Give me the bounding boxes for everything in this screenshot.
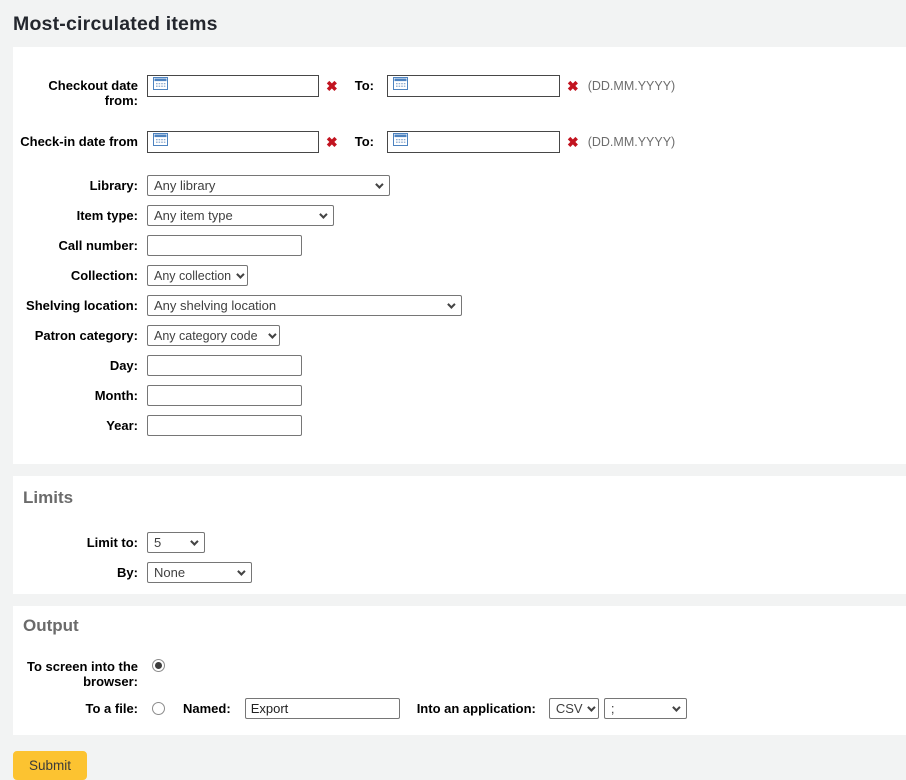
checkin-date-to-input[interactable] — [387, 131, 560, 153]
output-panel: Output To screen into the browser: To a … — [13, 606, 906, 735]
item-type-label: Item type: — [13, 205, 138, 223]
file-format-select-value: CSV — [556, 701, 583, 716]
item-type-row: Item type: Any item type — [13, 205, 906, 226]
limits-panel: Limits Limit to: 5 By: None — [13, 476, 906, 594]
chevron-down-icon — [236, 270, 244, 278]
patron-category-select-value: Any category code — [154, 329, 258, 343]
chevron-down-icon — [319, 210, 327, 218]
library-select[interactable]: Any library — [147, 175, 390, 196]
limit-by-select-value: None — [154, 565, 185, 580]
filters-panel: Checkout date from: ✖ To: ✖ (DD.MM.YYYY)… — [13, 47, 906, 464]
year-input[interactable] — [147, 415, 302, 436]
chevron-down-icon — [268, 330, 276, 338]
checkout-date-format-hint: (DD.MM.YYYY) — [588, 75, 676, 97]
collection-select[interactable]: Any collection — [147, 265, 248, 286]
shelving-location-select-value: Any shelving location — [154, 298, 276, 313]
calendar-icon — [153, 77, 168, 95]
month-row: Month: — [13, 385, 906, 406]
collection-row: Collection: Any collection — [13, 265, 906, 286]
clear-checkout-from-icon[interactable]: ✖ — [326, 75, 338, 97]
clear-checkin-from-icon[interactable]: ✖ — [326, 131, 338, 153]
limit-by-select[interactable]: None — [147, 562, 252, 583]
call-number-label: Call number: — [13, 235, 138, 253]
collection-select-value: Any collection — [154, 269, 231, 283]
file-format-select[interactable]: CSV — [549, 698, 599, 719]
day-row: Day: — [13, 355, 906, 376]
limit-to-select-value: 5 — [154, 535, 161, 550]
checkout-date-to-input[interactable] — [387, 75, 560, 97]
checkout-date-row: Checkout date from: ✖ To: ✖ (DD.MM.YYYY) — [13, 75, 906, 108]
clear-checkin-to-icon[interactable]: ✖ — [567, 131, 579, 153]
named-label: Named: — [183, 698, 231, 719]
limits-heading: Limits — [23, 488, 906, 508]
patron-category-select[interactable]: Any category code — [147, 325, 280, 346]
checkin-date-label: Check-in date from — [13, 131, 138, 149]
page-title: Most-circulated items — [0, 0, 906, 47]
patron-category-label: Patron category: — [13, 325, 138, 343]
calendar-icon — [153, 133, 168, 151]
limit-by-label: By: — [13, 562, 138, 580]
to-file-radio[interactable] — [152, 702, 165, 715]
month-input[interactable] — [147, 385, 302, 406]
limit-to-row: Limit to: 5 — [13, 532, 906, 553]
separator-select[interactable]: ; — [604, 698, 687, 719]
file-name-input[interactable] — [245, 698, 400, 719]
checkout-date-from-input[interactable] — [147, 75, 319, 97]
calendar-icon — [393, 133, 408, 151]
checkin-date-format-hint: (DD.MM.YYYY) — [588, 131, 676, 153]
shelving-location-label: Shelving location: — [13, 295, 138, 313]
limit-to-select[interactable]: 5 — [147, 532, 205, 553]
clear-checkout-to-icon[interactable]: ✖ — [567, 75, 579, 97]
checkin-to-label: To: — [355, 131, 374, 153]
limit-by-row: By: None — [13, 562, 906, 583]
month-label: Month: — [13, 385, 138, 403]
chevron-down-icon — [375, 180, 383, 188]
day-label: Day: — [13, 355, 138, 373]
chevron-down-icon — [447, 300, 455, 308]
checkout-date-label: Checkout date from: — [13, 75, 138, 108]
to-screen-label: To screen into the browser: — [13, 656, 138, 689]
output-heading: Output — [23, 616, 906, 636]
library-row: Library: Any library — [13, 175, 906, 196]
shelving-location-select[interactable]: Any shelving location — [147, 295, 462, 316]
chevron-down-icon — [190, 537, 198, 545]
library-select-value: Any library — [154, 178, 215, 193]
day-input[interactable] — [147, 355, 302, 376]
calendar-icon — [393, 77, 408, 95]
shelving-location-row: Shelving location: Any shelving location — [13, 295, 906, 316]
chevron-down-icon — [587, 703, 595, 711]
checkin-date-row: Check-in date from ✖ To: ✖ (DD.MM.YYYY) — [13, 131, 906, 153]
output-to-screen-row: To screen into the browser: — [13, 656, 906, 690]
output-to-file-row: To a file: Named: Into an application: C… — [13, 698, 906, 719]
to-file-label: To a file: — [13, 698, 138, 716]
into-application-label: Into an application: — [417, 698, 536, 719]
collection-label: Collection: — [13, 265, 138, 283]
checkin-date-from-input[interactable] — [147, 131, 319, 153]
patron-category-row: Patron category: Any category code — [13, 325, 906, 346]
limit-to-label: Limit to: — [13, 532, 138, 550]
item-type-select-value: Any item type — [154, 208, 233, 223]
call-number-input[interactable] — [147, 235, 302, 256]
chevron-down-icon — [237, 567, 245, 575]
checkout-to-label: To: — [355, 75, 374, 97]
chevron-down-icon — [672, 703, 680, 711]
submit-button[interactable]: Submit — [13, 751, 87, 780]
separator-select-value: ; — [611, 701, 615, 716]
call-number-row: Call number: — [13, 235, 906, 256]
item-type-select[interactable]: Any item type — [147, 205, 334, 226]
library-label: Library: — [13, 175, 138, 193]
year-row: Year: — [13, 415, 906, 436]
to-screen-radio[interactable] — [152, 659, 165, 672]
year-label: Year: — [13, 415, 138, 433]
